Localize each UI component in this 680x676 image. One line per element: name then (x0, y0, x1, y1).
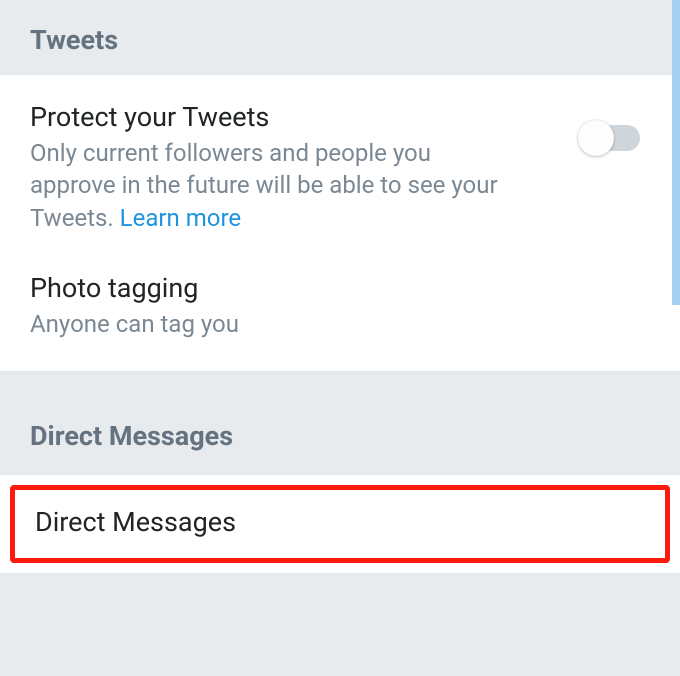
toggle-knob-icon (578, 120, 614, 156)
tweets-section-header: Tweets (0, 0, 680, 74)
tweets-header-title: Tweets (30, 24, 650, 56)
protect-tweets-title: Protect your Tweets (30, 101, 650, 133)
direct-messages-row[interactable]: Direct Messages (10, 485, 670, 563)
direct-messages-section-header: Direct Messages (0, 372, 680, 474)
photo-tagging-description: Anyone can tag you (30, 308, 500, 340)
direct-messages-row-wrapper: Direct Messages (0, 474, 680, 574)
protect-tweets-desc-text: Only current followers and people you ap… (30, 139, 498, 232)
scroll-indicator[interactable] (672, 0, 680, 305)
tweets-settings-block: Protect your Tweets Only current followe… (0, 74, 680, 372)
direct-messages-row-title: Direct Messages (35, 506, 645, 538)
protect-tweets-row[interactable]: Protect your Tweets Only current followe… (30, 101, 650, 234)
protect-tweets-description: Only current followers and people you ap… (30, 137, 500, 234)
protect-tweets-toggle[interactable] (580, 125, 640, 151)
direct-messages-header-title: Direct Messages (30, 420, 650, 452)
photo-tagging-row[interactable]: Photo tagging Anyone can tag you (30, 272, 650, 340)
photo-tagging-title: Photo tagging (30, 272, 650, 304)
learn-more-link[interactable]: Learn more (120, 204, 241, 232)
bottom-gap (0, 574, 680, 594)
